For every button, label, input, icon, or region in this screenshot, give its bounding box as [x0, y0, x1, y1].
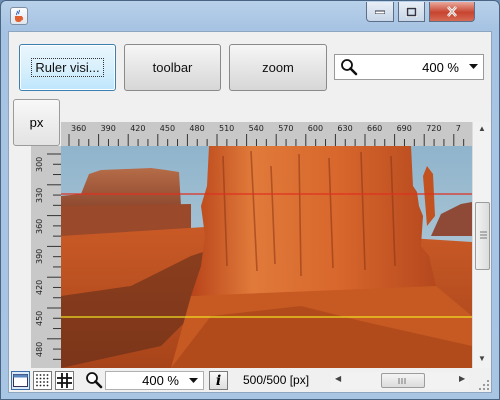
maximize-button[interactable]: [398, 2, 425, 22]
ruler-tick-label: 480: [35, 341, 44, 357]
ruler-tick-label: 660: [367, 124, 383, 133]
magnifier-icon: [335, 58, 358, 76]
status-zoom-value: 400 %: [142, 373, 179, 388]
ruler-tick-label: 690: [396, 124, 412, 133]
ruler-tick-label: 420: [130, 124, 146, 133]
dot-grid-icon[interactable]: [33, 371, 52, 390]
resize-grip-icon[interactable]: [478, 379, 490, 391]
ruler-tick-label: 7: [455, 124, 461, 133]
ruler-tick-label: 330: [35, 187, 44, 203]
toolbar-button-label: toolbar: [152, 60, 193, 75]
ruler-tick-label: 450: [35, 310, 44, 326]
ruler-tick-label: 360: [35, 218, 44, 234]
ruler-tick-label: 540: [248, 124, 264, 133]
close-icon: [447, 6, 457, 17]
vertical-ruler[interactable]: 300 330 360 390 420 450 480: [31, 146, 61, 368]
scroll-down-icon[interactable]: ▼: [478, 354, 486, 363]
horizontal-ruler[interactable]: 360 390 420 450 480 510 540 570 600 630 660 690 720 7: [61, 122, 472, 146]
zoom-combo-value: 400 %: [422, 59, 459, 75]
view-mode-icon[interactable]: [11, 371, 30, 390]
minimize-button[interactable]: [366, 2, 394, 22]
ruler-tick-label: 390: [100, 124, 116, 133]
image-dimensions: 500/500 [px]: [243, 373, 310, 387]
monument-valley-image: [61, 146, 472, 368]
ruler-tick-label: 720: [426, 124, 442, 133]
chevron-down-icon[interactable]: [183, 377, 203, 384]
status-bar: 400 % i 500/500 [px] ◀ ▶: [9, 368, 491, 392]
minimize-icon: [375, 10, 385, 14]
scroll-up-icon[interactable]: ▲: [478, 124, 486, 133]
client-area: Ruler visi... toolbar zoom 400 % px 360 3…: [8, 31, 492, 393]
horizontal-scroll-thumb[interactable]: [381, 373, 425, 388]
scroll-left-icon[interactable]: ◀: [335, 374, 341, 383]
ruler-tick-label: 300: [35, 156, 44, 172]
chevron-down-icon[interactable]: [463, 64, 483, 70]
ruler-tick-label: 630: [337, 124, 353, 133]
ruler-tick-label: 570: [278, 124, 294, 133]
app-window: Ruler visi... toolbar zoom 400 % px 360 3…: [0, 0, 500, 400]
close-button[interactable]: [429, 2, 475, 22]
grip-icon: [398, 378, 406, 384]
unit-button[interactable]: px: [13, 99, 60, 146]
info-icon[interactable]: i: [209, 371, 228, 390]
zoom-button[interactable]: zoom: [229, 44, 327, 91]
horizontal-scrollbar[interactable]: ◀ ▶: [331, 372, 469, 389]
ruler-tick-label: 390: [35, 249, 44, 265]
scroll-right-icon[interactable]: ▶: [459, 374, 465, 383]
ruler-tick-label: 360: [71, 124, 87, 133]
grip-icon: [480, 231, 487, 239]
image-viewport[interactable]: [61, 146, 472, 368]
ruler-visible-button[interactable]: Ruler visi...: [19, 44, 116, 91]
vertical-scroll-thumb[interactable]: [475, 202, 490, 270]
ruler-visible-label: Ruler visi...: [31, 58, 104, 77]
vertical-scrollbar[interactable]: ▲ ▼: [472, 122, 491, 368]
ruler-tick-label: 450: [159, 124, 176, 133]
title-bar[interactable]: [1, 1, 499, 31]
maximize-icon: [406, 6, 417, 17]
unit-button-label: px: [29, 115, 44, 130]
zoom-button-label: zoom: [262, 60, 294, 75]
ruler-tick-label: 510: [219, 124, 235, 133]
ruler-tick-label: 420: [35, 279, 44, 296]
toolbar-button[interactable]: toolbar: [124, 44, 221, 91]
status-zoom-combo[interactable]: 400 %: [105, 371, 204, 390]
grid-icon[interactable]: [55, 371, 74, 390]
ruler-tick-label: 480: [189, 124, 205, 133]
magnifier-icon: [85, 371, 103, 389]
java-cup-icon[interactable]: [10, 7, 28, 25]
ruler-tick-label: 600: [307, 124, 324, 133]
zoom-combo[interactable]: 400 %: [334, 54, 484, 80]
